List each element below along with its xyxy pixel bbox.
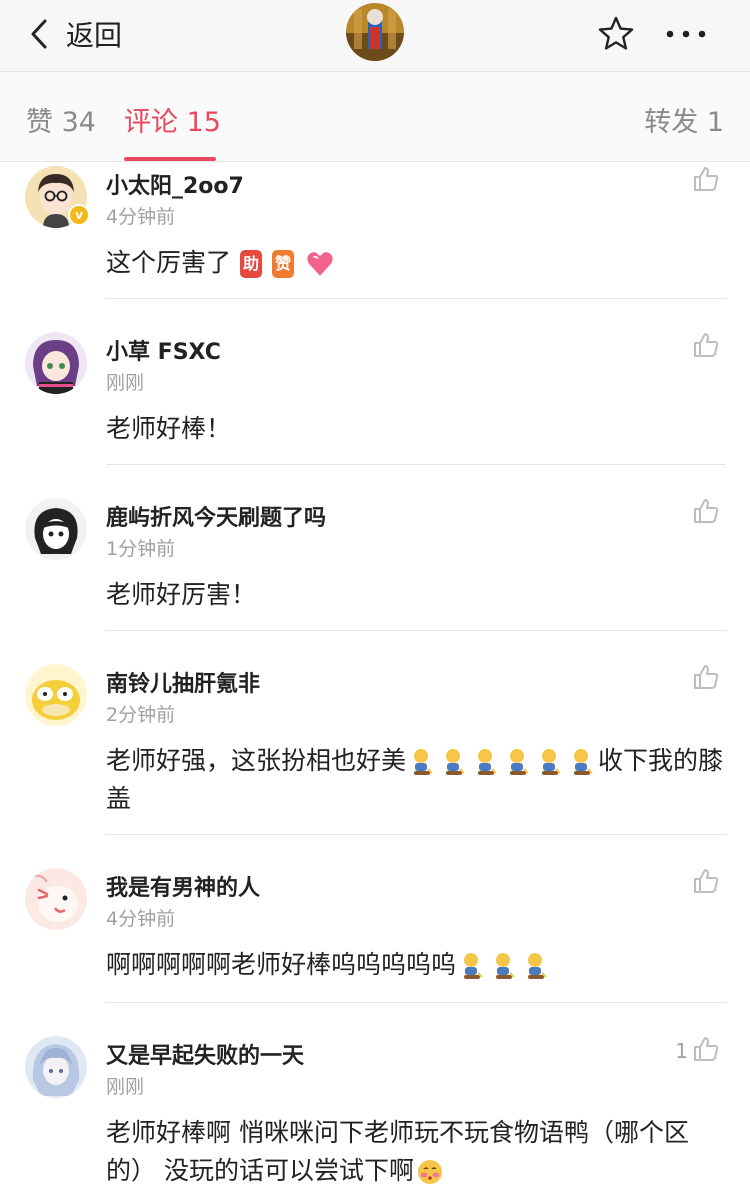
favorite-button[interactable] [596,14,636,54]
comment-username[interactable]: 小草 FSXC [106,334,221,366]
like-button[interactable] [692,664,720,694]
tab-reposts[interactable]: 转发 1 [644,100,724,139]
more-button[interactable] [664,20,708,48]
kneel-emoji-icon [456,950,488,979]
divider [106,1002,726,1003]
active-tab-indicator [124,157,216,161]
divider [106,630,726,631]
verified-badge: v [68,204,90,226]
thumbs-up-icon [692,663,720,695]
like-button[interactable]: 1 [675,1036,720,1066]
comment-time: 2分钟前 [106,704,176,726]
heart-sticker-icon [303,248,337,277]
kneel-emoji-icon [502,746,534,775]
comment-text: 老师好厉害！ [106,580,257,609]
shy-face-emoji-icon [414,1156,446,1185]
comment-username[interactable]: 鹿屿折风今天刷题了吗 [106,500,326,532]
top-navigation-bar: 返回 [0,0,750,72]
back-label: 返回 [66,19,123,52]
comment-username[interactable]: 小太阳_2oo7 [106,168,244,200]
comment-username[interactable]: 我是有男神的人 [106,870,260,902]
like-button[interactable] [692,498,720,528]
like-button[interactable] [692,332,720,362]
like-button[interactable] [692,166,720,196]
tab-likes[interactable]: 赞 34 [26,100,96,139]
kneel-emoji-icon [520,950,552,979]
more-dots-icon [664,30,708,52]
tab-comments[interactable]: 评论 15 [124,100,221,139]
chevron-left-icon [30,18,48,50]
comment-username[interactable]: 又是早起失败的一天 [106,1038,304,1070]
avatar[interactable] [25,664,87,726]
like-count: 1 [675,1039,688,1063]
divider [106,298,726,299]
comment-time: 刚刚 [106,372,145,394]
like-button[interactable] [692,868,720,898]
comment-time: 4分钟前 [106,908,176,930]
kneel-emoji-icon [470,746,502,775]
jiayou-sticker-icon: 助 [239,250,262,278]
avatar[interactable] [25,332,87,394]
kneel-emoji-icon [438,746,470,775]
kneel-emoji-icon [534,746,566,775]
comment-text-content: 这个厉害了 [106,248,232,277]
comment-text: 这个厉害了 助 赞 [106,244,726,282]
comment-username[interactable]: 南铃儿抽肝氪非 [106,666,260,698]
zan-sticker-icon: 赞 [271,250,294,278]
comment-time: 1分钟前 [106,538,176,560]
avatar[interactable] [25,868,87,930]
comment-text: 老师好棒啊 悄咪咪问下老师玩不玩食物语鸭（哪个区的） 没玩的话可以尝试下啊 [106,1114,726,1190]
star-icon [596,16,636,58]
comment-text: 老师好棒！ [106,414,232,443]
thumbs-up-icon [692,331,720,363]
comment-time: 刚刚 [106,1076,145,1098]
thumbs-up-icon [692,867,720,899]
back-button[interactable]: 返回 [30,14,122,54]
avatar[interactable] [25,1036,87,1098]
comment-text-content: 老师好棒啊 悄咪咪问下老师玩不玩食物语鸭（哪个区的） 没玩的话可以尝试下啊 [106,1118,689,1185]
thumbs-up-icon [692,497,720,529]
comment-text: 啊啊啊啊啊老师好棒呜呜呜呜呜 [106,946,726,984]
avatar[interactable] [25,498,87,560]
kneel-emoji-icon [488,950,520,979]
divider [106,464,726,465]
comment-text-part: 老师好强，这张扮相也好美 [106,746,407,775]
comment-text: 老师好强，这张扮相也好美 收下我的膝盖 [106,742,726,818]
tab-bar: 赞 34 评论 15 转发 1 [0,72,750,162]
divider [106,834,726,835]
thumbs-up-icon [692,1035,720,1067]
comment-time: 4分钟前 [106,206,176,228]
thumbs-up-icon [692,165,720,197]
author-avatar[interactable] [346,3,404,61]
comment-text-content: 啊啊啊啊啊老师好棒呜呜呜呜呜 [106,950,457,979]
kneel-emoji-icon [566,746,598,775]
kneel-emoji-icon [406,746,438,775]
